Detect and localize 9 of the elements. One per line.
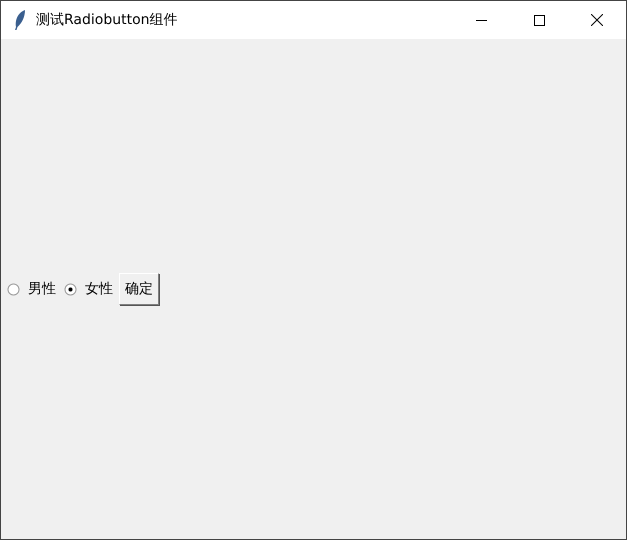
- radio-button[interactable]: 女性: [64, 280, 113, 298]
- radio-button[interactable]: 男性: [7, 280, 56, 298]
- window-title: 测试Radiobutton组件: [36, 11, 178, 29]
- radio-indicator[interactable]: [7, 282, 20, 296]
- maximize-icon: [534, 14, 544, 26]
- radio-indicator[interactable]: [64, 282, 77, 296]
- feather-icon: [13, 9, 27, 31]
- close-icon: [591, 14, 603, 26]
- confirm-button[interactable]: 确定: [119, 273, 159, 305]
